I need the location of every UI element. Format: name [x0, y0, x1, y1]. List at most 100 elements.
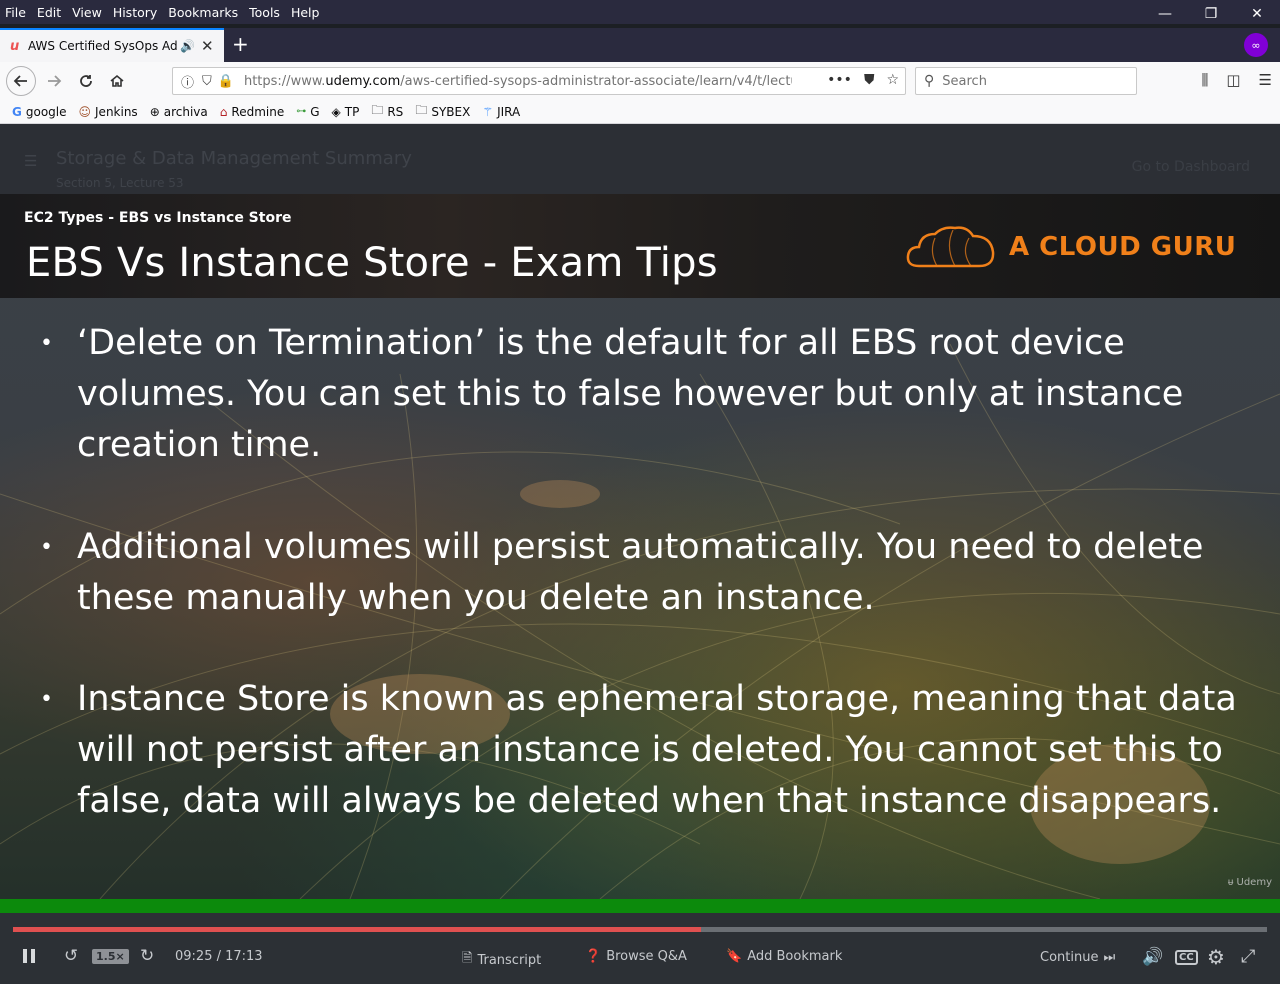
bullet-dot: •: [40, 535, 53, 560]
video-frame[interactable]: EC2 Types - EBS vs Instance Store EBS Vs…: [0, 194, 1280, 899]
dg-icon: ⊶: [296, 106, 307, 117]
home-button[interactable]: [103, 67, 131, 95]
bookmark-label: google: [25, 104, 67, 119]
add-bookmark-button[interactable]: 🔖 Add Bookmark: [726, 949, 842, 964]
bookmark-tp[interactable]: ◈ TP: [332, 105, 360, 119]
lecture-header: ☰ Storage & Data Management Summary Sect…: [0, 124, 1280, 194]
google-icon: G: [12, 104, 22, 119]
url-domain: udemy.com: [325, 73, 401, 89]
menu-edit[interactable]: Edit: [31, 5, 66, 20]
rewind-button[interactable]: ↺: [64, 946, 78, 966]
bookmark-g[interactable]: ⊶ G: [296, 105, 319, 119]
document-icon: 🗎: [462, 951, 473, 966]
url-path: /aws-certified-sysops-administrator-asso…: [400, 73, 792, 89]
pause-button[interactable]: [22, 948, 36, 964]
lecture-title: Storage & Data Management Summary: [56, 148, 412, 169]
tracking-shield-icon[interactable]: ⛉: [202, 74, 212, 89]
url-prefix: https://www.: [243, 73, 326, 89]
captions-button[interactable]: CC: [1175, 950, 1198, 965]
bookmark-google[interactable]: Ggoogle: [12, 105, 67, 119]
tab-close-icon[interactable]: ✕: [201, 37, 214, 55]
go-to-dashboard-link[interactable]: Go to Dashboard: [1132, 159, 1250, 175]
video-player: ☰ Storage & Data Management Summary Sect…: [0, 124, 1280, 984]
folder-icon: 🗀: [415, 103, 428, 117]
back-arrow-icon: [13, 75, 27, 87]
browse-qa-button[interactable]: ❓ Browse Q&A: [585, 949, 687, 964]
fullscreen-button[interactable]: ⤢: [1241, 946, 1255, 967]
bullet-text: ‘Delete on Termination’ is the default f…: [77, 323, 1184, 465]
bullet-dot: •: [40, 331, 53, 356]
tp-icon: ◈: [331, 104, 341, 119]
menu-view[interactable]: View: [66, 5, 107, 20]
reload-button[interactable]: [72, 67, 100, 95]
folder-icon: 🗀: [371, 103, 384, 117]
menu-file[interactable]: File: [0, 5, 31, 20]
jenkins-icon: ☺: [78, 104, 92, 119]
toolbar-right: ⫼ ◫ ☰: [1201, 71, 1272, 89]
question-icon: ❓: [585, 949, 602, 964]
brand-name: A CLOUD GURU: [1009, 232, 1237, 262]
library-icon[interactable]: ⫼: [1201, 71, 1208, 89]
menu-tools[interactable]: Tools: [243, 5, 285, 20]
bookmark-redmine[interactable]: ⌂ Redmine: [220, 105, 284, 119]
active-tab[interactable]: u AWS Certified SysOps Admin 🔊 ✕: [0, 28, 224, 62]
continue-label: Continue: [1040, 950, 1099, 965]
browse-qa-label: Browse Q&A: [606, 949, 687, 964]
settings-button[interactable]: ⚙: [1207, 945, 1225, 969]
bookmark-label: JIRA: [497, 104, 521, 119]
bookmark-archiva[interactable]: ⊕ archiva: [150, 105, 208, 119]
menu-history[interactable]: History: [107, 5, 162, 20]
bookmark-label: Redmine: [231, 104, 285, 119]
expand-icon: ⤢: [1241, 946, 1256, 967]
bookmark-label: Jenkins: [95, 104, 138, 119]
restore-button[interactable]: ❐: [1188, 0, 1234, 28]
transcript-button[interactable]: 🗎 Transcript: [462, 949, 541, 971]
volume-button[interactable]: 🔊: [1142, 947, 1163, 967]
lock-icon[interactable]: 🔒: [218, 74, 234, 89]
player-controls: ↺ 1.5× ↻ 09:25 / 17:13 🗎 Transcript ❓ Brow…: [0, 913, 1280, 984]
pocket-icon[interactable]: ⛊: [864, 72, 875, 88]
brand-logo: A CLOUD GURU: [905, 222, 1236, 272]
gear-icon: ⚙: [1207, 945, 1225, 969]
url-bar[interactable]: ⓘ ⛉ 🔒 https://www.udemy.com/aws-certifie…: [172, 67, 906, 95]
cloud-guru-logo-icon: [906, 226, 995, 268]
new-tab-button[interactable]: +: [232, 32, 249, 56]
page-actions-icon[interactable]: •••: [827, 72, 852, 88]
forward-arrow-icon: [48, 75, 62, 87]
menu-help[interactable]: Help: [285, 5, 325, 20]
skip-next-icon: ⏭: [1103, 950, 1116, 965]
globe-icon: ⊕: [149, 104, 160, 119]
bullet-item: • ‘Delete on Termination’ is the default…: [40, 318, 1260, 471]
continue-button[interactable]: Continue ⏭: [1040, 950, 1115, 965]
menu-bookmarks[interactable]: Bookmarks: [162, 5, 243, 20]
sidebar-icon[interactable]: ◫: [1226, 71, 1240, 89]
info-icon[interactable]: ⓘ: [181, 72, 194, 91]
forward-button[interactable]: ↻: [140, 946, 154, 966]
curriculum-menu-icon[interactable]: ☰: [24, 152, 37, 170]
bookmark-jenkins[interactable]: ☺ Jenkins: [79, 105, 138, 119]
back-button[interactable]: [6, 66, 36, 96]
forward-button[interactable]: [40, 67, 68, 95]
bookmarks-toolbar: Ggoogle ☺ Jenkins ⊕ archiva ⌂ Redmine ⊶ G ◈ T…: [0, 100, 1280, 124]
window-controls: — ❐ ✕: [1142, 0, 1280, 28]
bookmark-star-icon[interactable]: ☆: [886, 72, 899, 88]
bookmark-jira[interactable]: ⚚ JIRA: [482, 105, 520, 119]
search-bar[interactable]: ⚲ Search: [915, 67, 1137, 95]
close-window-button[interactable]: ✕: [1234, 0, 1280, 28]
bookmark-label: RS: [387, 104, 404, 119]
home-icon: [110, 74, 124, 87]
playback-speed-button[interactable]: 1.5×: [92, 949, 129, 964]
bookmark-sybex[interactable]: 🗀 SYBEX: [415, 101, 470, 122]
speaker-icon[interactable]: 🔊: [180, 39, 195, 53]
minimize-button[interactable]: —: [1142, 0, 1188, 28]
volume-icon: 🔊: [1142, 947, 1164, 967]
slide-breadcrumb: EC2 Types - EBS vs Instance Store: [24, 210, 292, 226]
lecture-subtitle: Section 5, Lecture 53: [56, 176, 184, 190]
hamburger-menu-icon[interactable]: ☰: [1259, 71, 1272, 89]
redmine-icon: ⌂: [219, 104, 228, 119]
bookmark-rs[interactable]: 🗀 RS: [371, 101, 403, 122]
bookmark-label: G: [310, 104, 320, 119]
navigation-bar: ⓘ ⛉ 🔒 https://www.udemy.com/aws-certifie…: [0, 62, 1280, 100]
progress-bar[interactable]: [13, 927, 1267, 932]
url-text[interactable]: https://www.udemy.com/aws-certified-syso…: [244, 74, 792, 89]
